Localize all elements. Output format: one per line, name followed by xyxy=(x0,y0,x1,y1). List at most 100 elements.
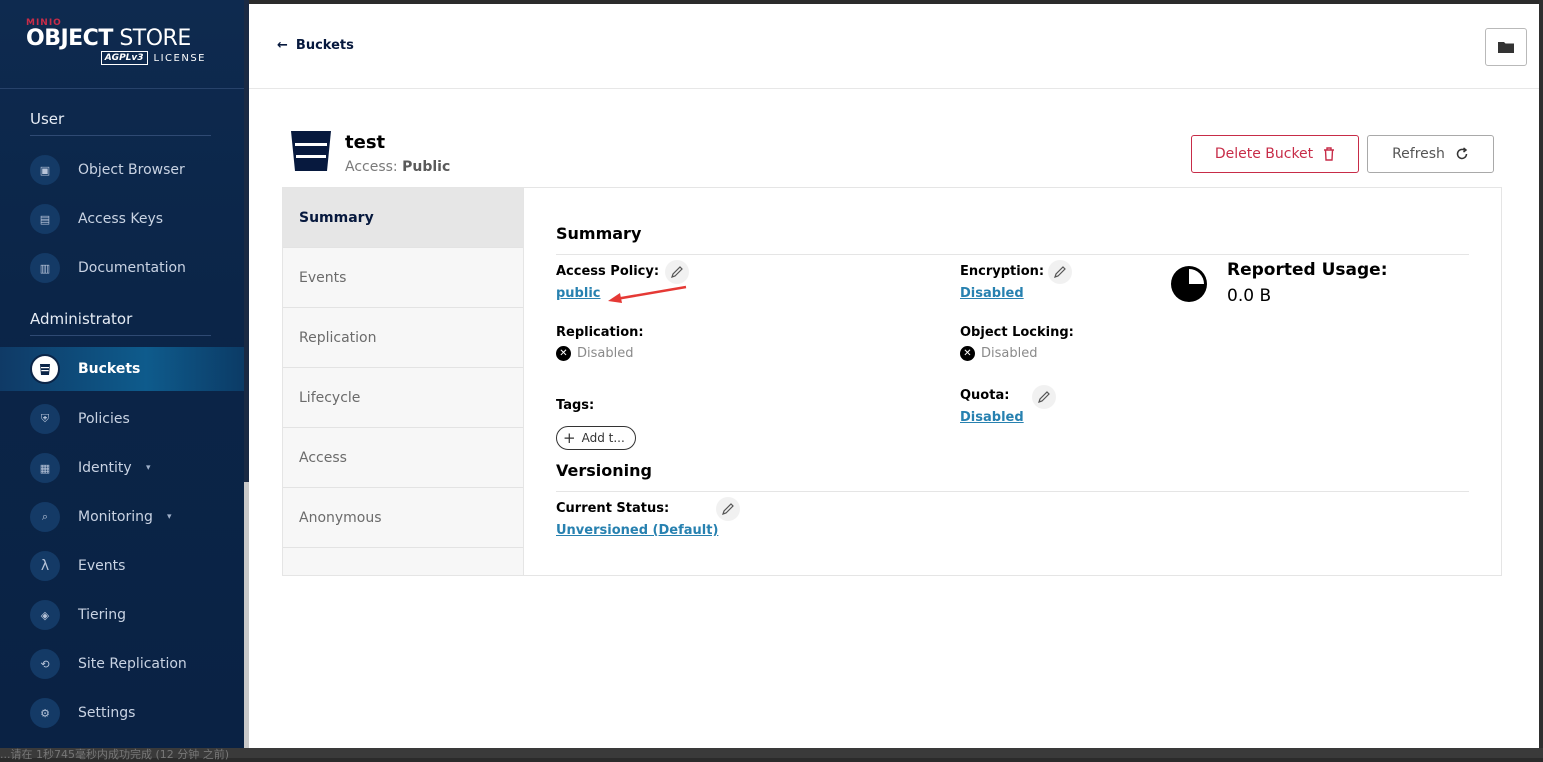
access-policy-link[interactable]: public xyxy=(556,286,600,301)
object-browser-icon: ▣ xyxy=(30,155,60,185)
tiering-icon: ◈ xyxy=(30,600,60,630)
tab-replication[interactable]: Replication xyxy=(283,308,523,368)
logo-agpl: AGPLv3 xyxy=(100,51,148,65)
summary-content: Summary Access Policy: public Encryption… xyxy=(524,188,1501,575)
divider xyxy=(30,335,211,336)
edit-versioning-button[interactable] xyxy=(716,497,740,521)
status-bar-text: ...请在 1秒745毫秒内成功完成 (12 分钟 之前) xyxy=(0,748,230,761)
versioning-heading: Versioning xyxy=(556,461,652,480)
tab-lifecycle[interactable]: Lifecycle xyxy=(283,368,523,428)
folder-icon xyxy=(1498,42,1514,53)
documentation-icon: ▥ xyxy=(30,253,60,283)
sidebar-item-events[interactable]: λ Events xyxy=(0,544,244,588)
edit-encryption-button[interactable] xyxy=(1048,260,1072,284)
access-label: Access: xyxy=(345,159,398,175)
sidebar-item-settings[interactable]: ⚙ Settings xyxy=(0,691,244,735)
sidebar-item-label: Monitoring xyxy=(78,509,153,525)
tab-events[interactable]: Events xyxy=(283,248,523,308)
logo-name-bold: OBJECT xyxy=(26,26,113,51)
close-circle-icon: ✕ xyxy=(960,346,975,361)
back-to-buckets-link[interactable]: ← Buckets xyxy=(277,38,354,53)
sidebar-item-tiering[interactable]: ◈ Tiering xyxy=(0,593,244,637)
object-locking-status: ✕ Disabled xyxy=(960,346,1037,361)
refresh-label: Refresh xyxy=(1392,146,1445,162)
annotation-arrow-icon xyxy=(608,285,687,303)
sidebar-item-label: Object Browser xyxy=(78,162,185,178)
site-replication-icon: ⟲ xyxy=(30,649,60,679)
refresh-icon xyxy=(1456,147,1468,160)
quota-label: Quota: xyxy=(960,388,1010,403)
sidebar-item-label: Settings xyxy=(78,705,136,721)
sidebar-item-label: Documentation xyxy=(78,260,186,276)
sidebar-item-object-browser[interactable]: ▣ Object Browser xyxy=(0,148,244,192)
sidebar-item-label: Buckets xyxy=(78,361,141,377)
trash-icon xyxy=(1324,147,1335,161)
sidebar-item-site-replication[interactable]: ⟲ Site Replication xyxy=(0,642,244,686)
encryption-link[interactable]: Disabled xyxy=(960,286,1024,301)
sidebar-item-buckets[interactable]: Buckets xyxy=(0,347,244,391)
app-window: MINIO OBJECT STORE AGPLv3 LICENSE User ▣… xyxy=(0,0,1543,748)
bucket-icon xyxy=(30,354,60,384)
sidebar-item-identity[interactable]: ▦ Identity ▾ xyxy=(0,446,244,490)
page-title: test xyxy=(345,132,386,153)
tab-access[interactable]: Access xyxy=(283,428,523,488)
divider xyxy=(556,491,1469,492)
versioning-status-link[interactable]: Unversioned (Default) xyxy=(556,523,718,538)
chevron-down-icon[interactable]: ▾ xyxy=(167,512,172,522)
minio-logo[interactable]: MINIO OBJECT STORE AGPLv3 LICENSE xyxy=(26,18,216,78)
sidebar-item-documentation[interactable]: ▥ Documentation xyxy=(0,246,244,290)
sidebar-item-label: Identity xyxy=(78,460,132,476)
back-label: Buckets xyxy=(295,38,354,53)
object-locking-value: Disabled xyxy=(981,346,1038,361)
delete-bucket-label: Delete Bucket xyxy=(1214,146,1314,162)
access-keys-icon: ▤ xyxy=(30,204,60,234)
logo-name-rest: STORE xyxy=(112,26,191,51)
object-browser-button[interactable] xyxy=(1485,28,1527,66)
main-content: ← Buckets test Access: Public Delete Buc… xyxy=(249,4,1539,748)
sidebar-item-monitoring[interactable]: ⌕ Monitoring ▾ xyxy=(0,495,244,539)
window-edge xyxy=(1539,0,1543,748)
sidebar: MINIO OBJECT STORE AGPLv3 LICENSE User ▣… xyxy=(0,0,244,748)
sidebar-item-policies[interactable]: ⛨ Policies xyxy=(0,397,244,441)
divider xyxy=(0,88,244,89)
edit-access-policy-button[interactable] xyxy=(665,260,689,284)
object-locking-label: Object Locking: xyxy=(960,325,1074,340)
logo-license: LICENSE xyxy=(153,52,206,64)
tab-anonymous[interactable]: Anonymous xyxy=(283,488,523,548)
add-tag-button[interactable]: + Add t... xyxy=(556,426,636,450)
sidebar-item-label: Events xyxy=(78,558,126,574)
chevron-down-icon[interactable]: ▾ xyxy=(146,463,151,473)
replication-status: ✕ Disabled xyxy=(556,346,633,361)
replication-value: Disabled xyxy=(577,346,634,361)
close-circle-icon: ✕ xyxy=(556,346,571,361)
summary-heading: Summary xyxy=(556,224,642,243)
replication-label: Replication: xyxy=(556,325,644,340)
policies-icon: ⛨ xyxy=(30,404,60,434)
plus-icon: + xyxy=(563,429,576,447)
pencil-icon xyxy=(722,503,734,515)
refresh-button[interactable]: Refresh xyxy=(1367,135,1494,173)
arrow-left-icon: ← xyxy=(277,38,288,53)
edit-quota-button[interactable] xyxy=(1032,385,1056,409)
reported-usage-value: 0.0 B xyxy=(1227,286,1272,306)
settings-icon: ⚙ xyxy=(30,698,60,728)
encryption-label: Encryption: xyxy=(960,264,1045,279)
sidebar-item-access-keys[interactable]: ▤ Access Keys xyxy=(0,197,244,241)
sidebar-item-label: Tiering xyxy=(78,607,127,623)
divider xyxy=(30,135,211,136)
status-bar xyxy=(0,748,1543,758)
bucket-large-icon xyxy=(289,129,333,177)
monitoring-icon: ⌕ xyxy=(30,502,60,532)
sidebar-item-label: Site Replication xyxy=(78,656,187,672)
logo-product-name: OBJECT STORE xyxy=(26,27,216,51)
sidebar-section-administrator: Administrator xyxy=(30,310,133,328)
quota-link[interactable]: Disabled xyxy=(960,410,1024,425)
logo-license-row: AGPLv3 LICENSE xyxy=(26,51,216,65)
delete-bucket-button[interactable]: Delete Bucket xyxy=(1191,135,1359,173)
lambda-icon: λ xyxy=(30,551,60,581)
bucket-access: Access: Public xyxy=(345,159,450,175)
bucket-details-panel: Summary Events Replication Lifecycle Acc… xyxy=(282,187,1502,576)
access-policy-label: Access Policy: xyxy=(556,264,660,279)
tab-summary[interactable]: Summary xyxy=(283,188,523,248)
page-header: ← Buckets xyxy=(249,4,1539,89)
